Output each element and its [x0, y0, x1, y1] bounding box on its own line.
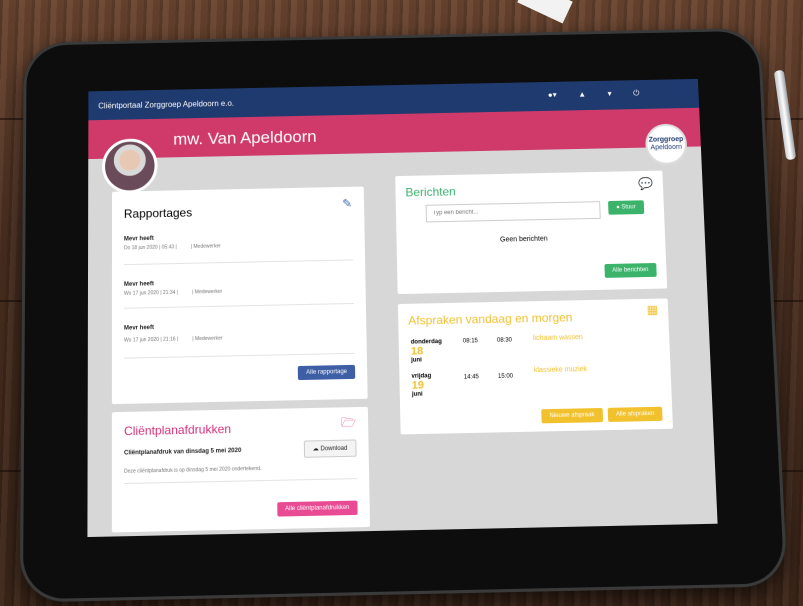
berichten-title: Berichten — [405, 184, 456, 200]
download-button[interactable]: ☁ Download — [303, 439, 357, 458]
divider — [123, 352, 355, 359]
tablet-device: Cliëntportaal Zorggroep Apeldoorn e.o. ●… — [19, 27, 788, 603]
appt-month: juni — [411, 391, 423, 398]
list-item[interactable]: Mevr heeft Wo 17 jun 2020 | 21:34 | | Me… — [123, 277, 354, 297]
clientplan-title: Cliëntplanafdrukken — [123, 421, 232, 439]
message-input[interactable] — [425, 201, 601, 223]
clientplan-note: Deze cliëntplanafdruk is op dinsdag 5 me… — [124, 465, 262, 475]
all-messages-button[interactable]: Alle berichten — [604, 262, 657, 278]
chat-icon: ● — [616, 204, 620, 211]
send-label: Stuur — [621, 204, 636, 211]
clientplan-card: Cliëntplanafdrukken 🗁 Cliëntplanafdruk v… — [111, 406, 371, 533]
appt-end: 15:00 — [497, 373, 514, 380]
divider — [124, 478, 358, 485]
rapportage-date: Wo 17 jun 2020 | 21:16 | — [123, 336, 179, 344]
app-title: Cliëntportaal Zorggroep Apeldoorn e.o. — [98, 98, 235, 110]
appt-month: juni — [411, 357, 422, 364]
appt-start: 14:45 — [463, 374, 479, 381]
clientplan-item-title[interactable]: Cliëntplanafdruk van dinsdag 5 mei 2020 — [124, 448, 241, 457]
send-button[interactable]: ● Stuur — [608, 200, 644, 215]
rapportage-author: | Medewerker — [192, 335, 223, 343]
list-item[interactable]: Mevr heeft Do 18 jun 2020 | 05:43 | | Me… — [123, 232, 353, 252]
appt-start: 08:15 — [462, 338, 478, 345]
chat-icon: 💬 — [637, 176, 654, 191]
rapportages-card: Rapportages ✎ Mevr heeft Do 18 jun 2020 … — [111, 186, 368, 405]
rapportage-author: | Medewerker — [192, 288, 223, 296]
calendar-icon: ▦ — [646, 302, 659, 317]
afspraken-title: Afspraken vandaag en morgen — [408, 310, 573, 328]
appt-day-number: 18 — [410, 345, 424, 358]
appt-end: 08:30 — [496, 337, 513, 344]
appt-day-number: 19 — [411, 379, 425, 392]
rapportage-date: Wo 17 jun 2020 | 21:34 | — [123, 289, 179, 297]
bell-icon[interactable]: ▲ — [578, 90, 586, 100]
rapportage-title: Mevr heeft — [123, 325, 155, 332]
tablet-screen: Cliëntportaal Zorggroep Apeldoorn e.o. ●… — [87, 78, 718, 538]
user-dropdown-icon[interactable]: ▾ — [607, 89, 611, 99]
power-icon[interactable]: ⏻ — [633, 89, 640, 99]
berichten-card: Berichten 💬 ● Stuur Geen berichten Alle … — [395, 170, 668, 295]
divider — [123, 259, 354, 266]
logo-text: Apeldoorn — [650, 143, 683, 152]
list-item[interactable]: Mevr heeft Wo 17 jun 2020 | 21:16 | | Me… — [124, 321, 355, 344]
cloud-download-icon: ☁ — [312, 446, 319, 453]
rapportages-title: Rapportages — [123, 205, 193, 221]
all-clientplan-button[interactable]: Alle cliëntplanafdrukken — [276, 500, 358, 517]
all-rapportages-button[interactable]: Alle rapportage — [298, 364, 356, 381]
rapportage-date: Do 18 jun 2020 | 05:43 | — [123, 244, 177, 252]
afspraken-card: Afspraken vandaag en morgen ▦ donderdag … — [397, 298, 674, 435]
appt-label[interactable]: klassieke muziek — [534, 366, 587, 374]
appointment-row[interactable]: vrijdag 19 juni — [411, 373, 431, 398]
appointment-row[interactable]: donderdag 18 juni — [411, 339, 443, 364]
avatar — [102, 138, 158, 194]
divider — [123, 302, 354, 309]
new-appointment-button[interactable]: Nieuwe afspraak — [541, 407, 603, 424]
appt-label[interactable]: lichaam wassen — [533, 334, 583, 342]
download-label: Download — [320, 445, 348, 453]
client-name: mw. Van Apeldoorn — [173, 127, 317, 149]
rapportage-author: | Medewerker — [190, 243, 221, 250]
empty-messages-text: Geen berichten — [499, 235, 548, 244]
folder-icon: 🗁 — [340, 415, 357, 430]
info-icon[interactable]: ●▾ — [548, 90, 557, 100]
pencil-icon[interactable]: ✎ — [342, 197, 352, 211]
zorggroep-logo: Zorggroep Apeldoorn — [644, 123, 688, 166]
all-appointments-button[interactable]: Alle afspraken — [607, 406, 663, 422]
navbar-icons: ●▾ ▲ ▾ ⏻ — [548, 89, 640, 101]
